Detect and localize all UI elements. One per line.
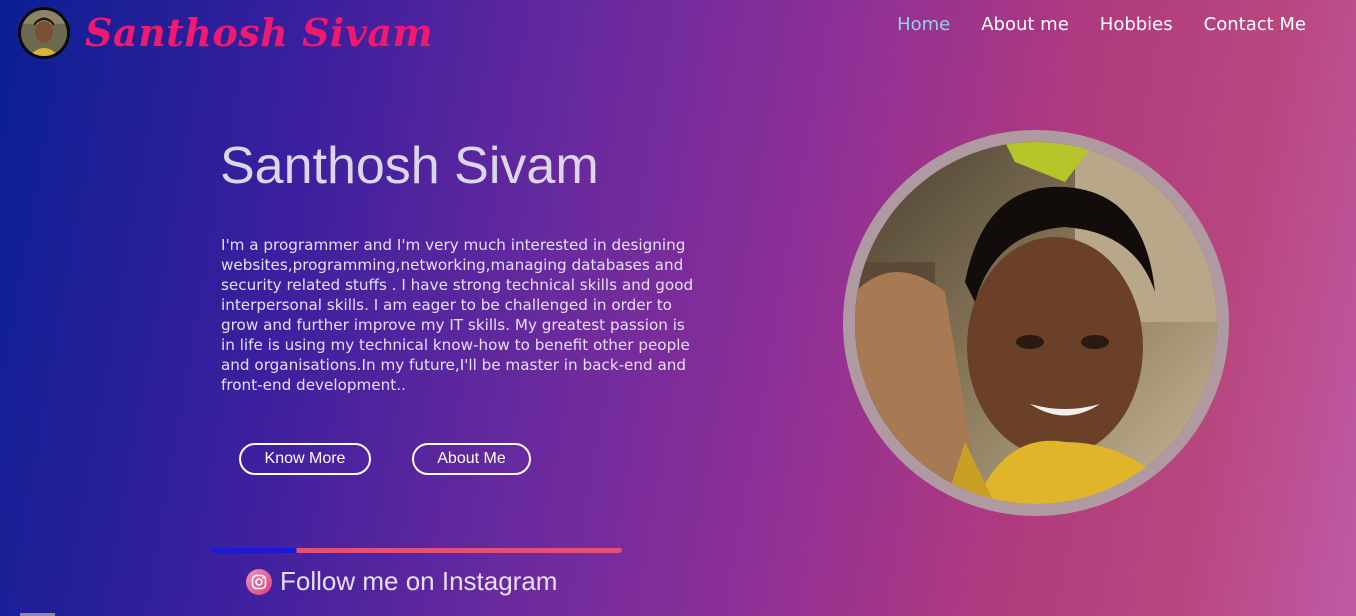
nav-contact-me[interactable]: Contact Me: [1204, 14, 1306, 35]
hero-name: Santhosh Sivam: [220, 137, 599, 195]
nav-home[interactable]: Home: [897, 14, 950, 35]
instagram-icon: [246, 568, 272, 595]
section-divider: [210, 548, 622, 553]
top-navbar: Santhosh Sivam Home About me Hobbies Con…: [0, 0, 1356, 70]
know-more-button[interactable]: Know More: [239, 443, 371, 475]
main-menu: Home About me Hobbies Contact Me: [897, 14, 1306, 35]
profile-portrait: [843, 130, 1229, 516]
nav-hobbies[interactable]: Hobbies: [1100, 14, 1173, 35]
avatar[interactable]: [18, 7, 70, 59]
bio-text: I'm a programmer and I'm very much inter…: [221, 236, 694, 394]
instagram-link[interactable]: Follow me on Instagram: [246, 566, 557, 597]
portrait-photo: [855, 142, 1217, 504]
nav-about-me[interactable]: About me: [981, 14, 1069, 35]
avatar-photo: [21, 10, 67, 56]
instagram-label: Follow me on Instagram: [280, 566, 558, 596]
about-me-button[interactable]: About Me: [412, 443, 531, 475]
site-logo-title[interactable]: Santhosh Sivam: [85, 10, 433, 55]
